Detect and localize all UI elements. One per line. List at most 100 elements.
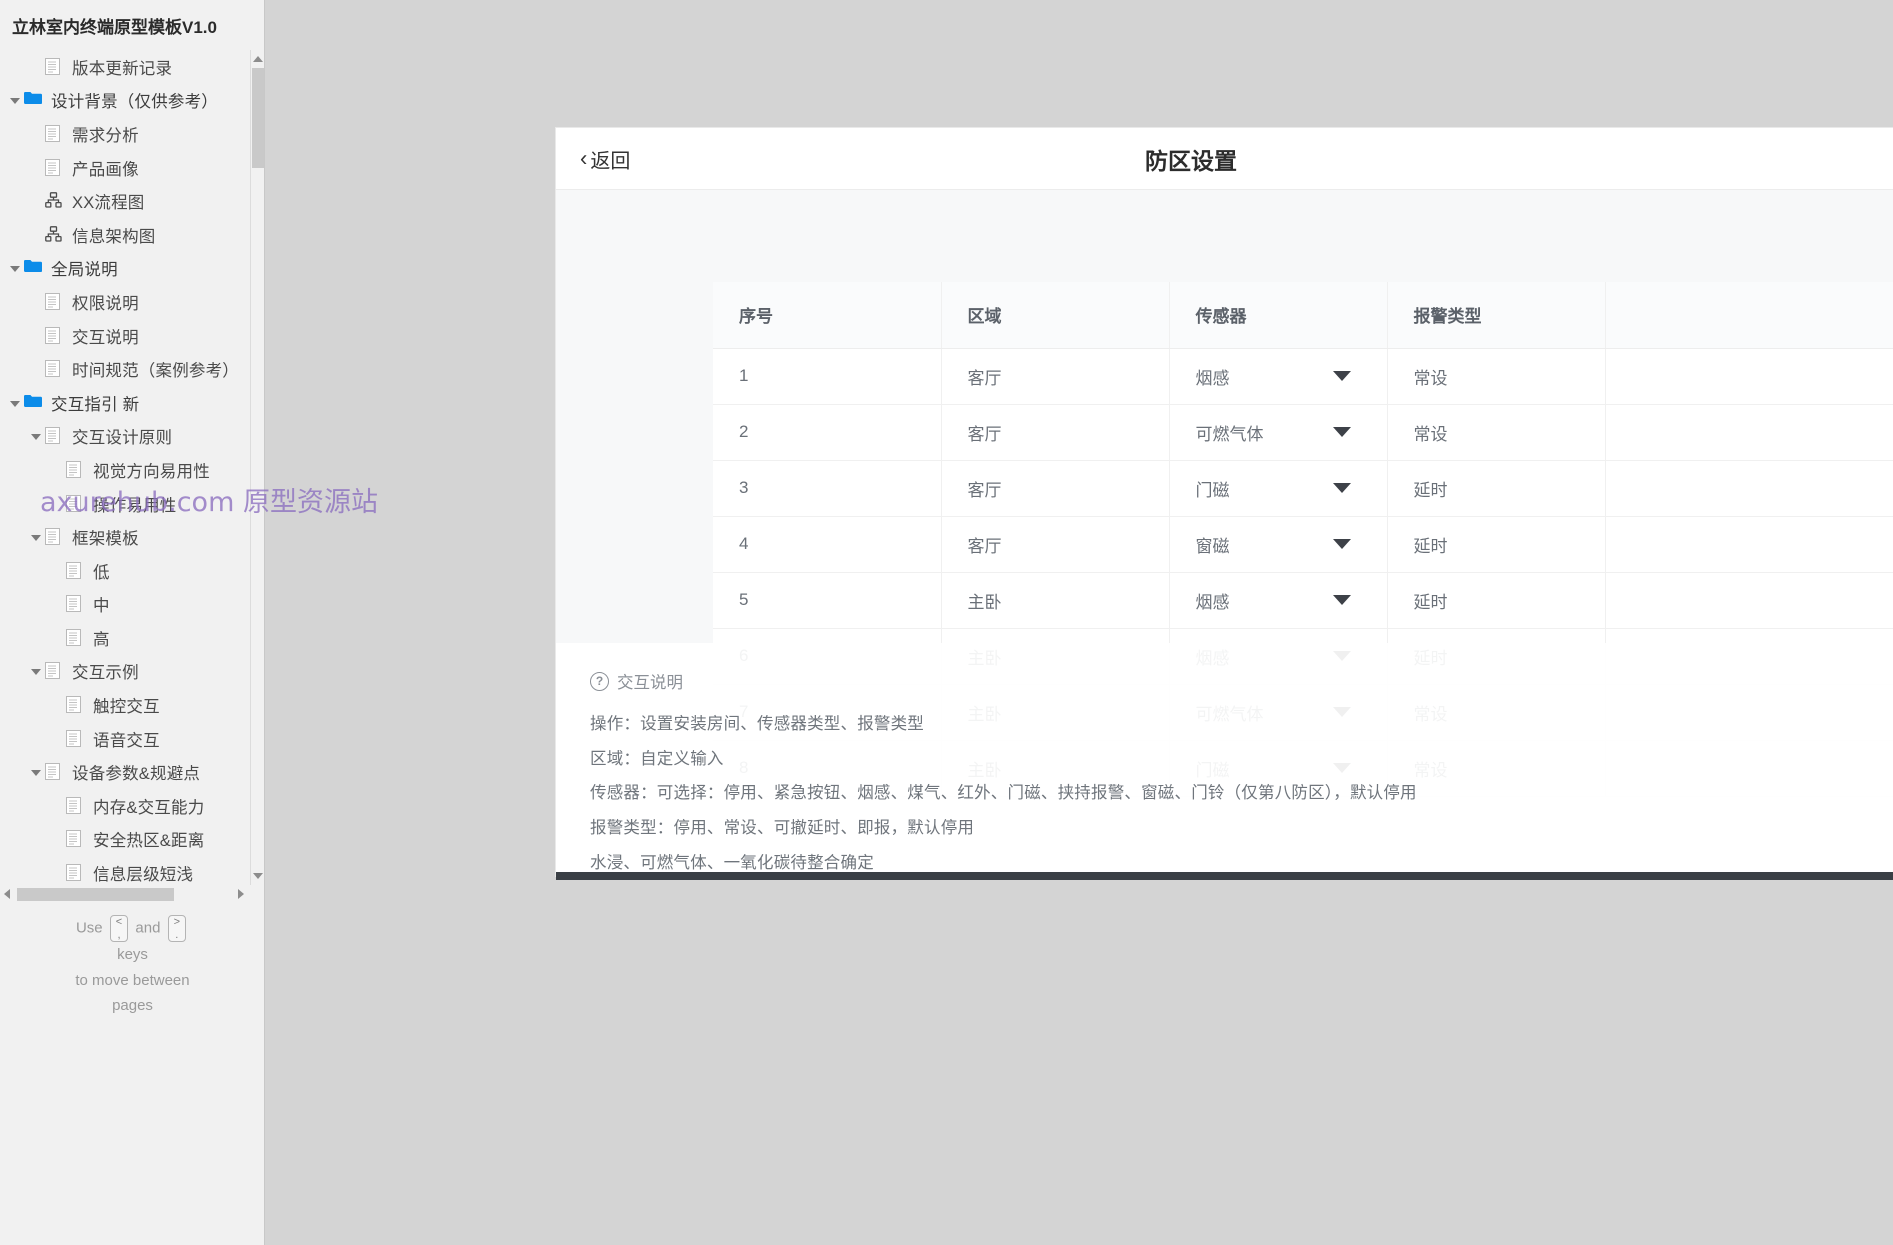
tree-vertical-scroll-thumb[interactable] xyxy=(252,68,264,168)
col-header-area: 区域 xyxy=(941,282,1170,349)
key-prev-glyph: < xyxy=(115,916,123,928)
expand-arrow-icon[interactable] xyxy=(29,530,43,544)
chevron-down-icon[interactable] xyxy=(1332,483,1351,493)
scroll-down-icon[interactable] xyxy=(251,869,264,883)
cell-area[interactable]: 客厅 xyxy=(941,348,1170,405)
key-next-sub-glyph: . xyxy=(175,928,179,941)
expand-arrow-icon[interactable] xyxy=(29,765,43,779)
flow-icon xyxy=(45,192,65,210)
cell-sensor-value: 可燃气体 xyxy=(1195,424,1264,444)
expand-arrow-icon[interactable] xyxy=(8,261,22,275)
page-icon xyxy=(45,662,65,680)
page-icon xyxy=(66,729,86,748)
tree-item-16[interactable]: 中 xyxy=(0,588,250,622)
hint-and-label: and xyxy=(135,919,161,937)
cell-area[interactable]: 主卧 xyxy=(941,572,1170,629)
tree-item-17[interactable]: 高 xyxy=(0,621,250,655)
tree-vertical-scrollbar[interactable] xyxy=(250,50,264,885)
chevron-down-icon[interactable] xyxy=(1332,539,1351,549)
cell-index: 1 xyxy=(713,348,942,405)
page-icon xyxy=(66,595,86,613)
tree-horizontal-scrollbar[interactable] xyxy=(0,885,250,903)
note-line: 报警类型：停用、常设、可撤延时、即报，默认停用 xyxy=(590,818,975,837)
expand-arrow-icon[interactable] xyxy=(29,664,43,678)
cell-sensor-dropdown[interactable]: 烟感 xyxy=(1169,348,1388,405)
tree-item-11[interactable]: 交互设计原则 xyxy=(0,420,250,454)
chevron-down-icon[interactable] xyxy=(1332,595,1351,605)
tree-item-13[interactable]: 操作易用性 xyxy=(0,487,250,521)
tree-item-15[interactable]: 低 xyxy=(0,554,250,588)
tree-item-label: 交互说明 xyxy=(72,328,139,347)
tree-item-9[interactable]: 时间规范（案例参考） xyxy=(0,352,250,386)
interaction-note-overlay: ? 交互说明 操作：设置安装房间、传感器类型、报警类型 区域：自定义输入 传感器：可… xyxy=(556,643,1893,872)
cell-area[interactable]: 客厅 xyxy=(941,460,1170,517)
tree-item-10[interactable]: 交互指引 新 xyxy=(0,386,250,420)
cell-alarm-type[interactable]: 常设 xyxy=(1387,404,1606,461)
scroll-up-icon[interactable] xyxy=(251,52,264,66)
expand-arrow-icon[interactable] xyxy=(8,93,22,107)
chevron-down-icon[interactable] xyxy=(1332,371,1351,381)
cell-sensor-dropdown[interactable]: 可燃气体 xyxy=(1169,404,1388,461)
table-header-row: 序号 区域 传感器 报警类型 xyxy=(713,282,1893,349)
key-next-icon: > . xyxy=(167,915,187,943)
tree-item-24[interactable]: 信息层级短浅 xyxy=(0,856,250,885)
tree-item-21[interactable]: 设备参数&规避点 xyxy=(0,755,250,789)
tree-item-7[interactable]: 权限说明 xyxy=(0,285,250,319)
cell-area[interactable]: 客厅 xyxy=(941,516,1170,573)
cell-alarm-type[interactable]: 延时 xyxy=(1387,516,1606,573)
expand-arrow-icon[interactable] xyxy=(29,429,43,443)
tree-item-5[interactable]: 信息架构图 xyxy=(0,218,250,252)
tree-item-12[interactable]: 视觉方向易用性 xyxy=(0,453,250,487)
cell-spacer xyxy=(1605,460,1893,517)
cell-sensor-dropdown[interactable]: 窗磁 xyxy=(1169,516,1388,573)
page-tree[interactable]: 版本更新记录设计背景（仅供参考） 需求分析 产品画像 XX流程图 信息架构图 全局说明权限… xyxy=(0,50,250,885)
col-header-index: 序号 xyxy=(713,282,942,349)
page-icon xyxy=(45,326,65,345)
scroll-right-icon[interactable] xyxy=(236,888,248,900)
scroll-left-icon[interactable] xyxy=(2,888,14,900)
cell-alarm-type[interactable]: 延时 xyxy=(1387,572,1606,629)
page-title: 防区设置 xyxy=(1145,147,1237,174)
page-icon xyxy=(45,292,65,311)
page-icon xyxy=(45,158,65,177)
cell-alarm-type[interactable]: 常设 xyxy=(1387,348,1606,405)
page-icon xyxy=(66,628,86,647)
table-row: 2 客厅 可燃气体 常设 xyxy=(713,404,1893,461)
table-row: 1 客厅 烟感 常设 xyxy=(713,348,1893,405)
tree-item-0[interactable]: 版本更新记录 xyxy=(0,50,250,84)
cell-sensor-dropdown[interactable]: 烟感 xyxy=(1169,572,1388,629)
chevron-down-icon[interactable] xyxy=(1332,427,1351,437)
tree-item-4[interactable]: XX流程图 xyxy=(0,184,250,218)
tree-item-18[interactable]: 交互示例 xyxy=(0,655,250,689)
tree-item-3[interactable]: 产品画像 xyxy=(0,151,250,185)
cell-sensor-dropdown[interactable]: 门磁 xyxy=(1169,460,1388,517)
tree-item-label: 版本更新记录 xyxy=(72,59,173,78)
key-next-glyph: > xyxy=(173,916,181,928)
note-line: 水浸、可燃气体、一氧化碳待整合确定 xyxy=(590,853,874,872)
cell-area[interactable]: 客厅 xyxy=(941,404,1170,461)
tree-item-8[interactable]: 交互说明 xyxy=(0,319,250,353)
tree-item-23[interactable]: 安全热区&距离 xyxy=(0,823,250,857)
tree-item-2[interactable]: 需求分析 xyxy=(0,117,250,151)
tree-item-1[interactable]: 设计背景（仅供参考） xyxy=(0,84,250,118)
tree-horizontal-scroll-thumb[interactable] xyxy=(17,888,174,901)
tree-item-6[interactable]: 全局说明 xyxy=(0,252,250,286)
col-header-spacer xyxy=(1605,282,1893,349)
cell-alarm-type[interactable]: 延时 xyxy=(1387,460,1606,517)
tree-item-19[interactable]: 触控交互 xyxy=(0,688,250,722)
tree-item-label: 低 xyxy=(93,563,110,582)
cell-sensor-value: 烟感 xyxy=(1195,368,1230,388)
expand-arrow-icon[interactable] xyxy=(8,396,22,410)
tree-item-14[interactable]: 框架模板 xyxy=(0,520,250,554)
flow-icon xyxy=(45,225,65,244)
page-icon xyxy=(66,864,86,882)
tree-item-label: 权限说明 xyxy=(72,294,139,313)
tree-item-22[interactable]: 内存&交互能力 xyxy=(0,789,250,823)
tree-item-20[interactable]: 语音交互 xyxy=(0,722,250,756)
